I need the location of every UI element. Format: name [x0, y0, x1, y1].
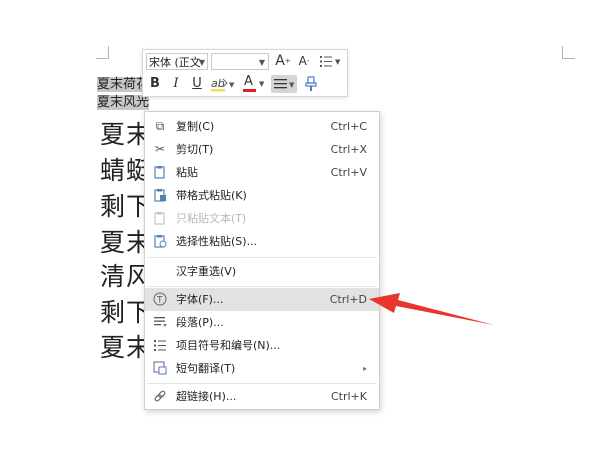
- annotation-arrow-icon: [369, 293, 494, 325]
